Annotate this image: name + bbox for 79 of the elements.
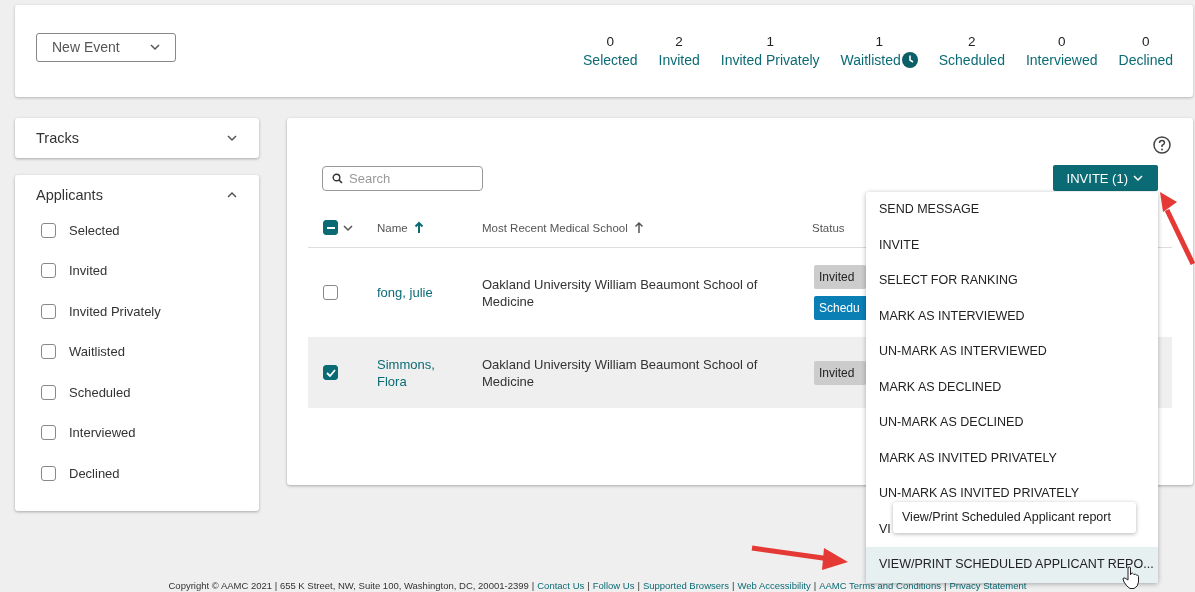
checkbox[interactable] xyxy=(41,222,56,238)
applicant-link[interactable]: Simmons, Flora xyxy=(377,355,447,390)
table-cell-text: Oakland University William Beaumont School of Medicine xyxy=(482,275,759,310)
stat-link[interactable]: Invited xyxy=(658,52,700,68)
checkbox[interactable] xyxy=(323,285,338,300)
sort-arrow-icon[interactable] xyxy=(413,220,424,235)
checkbox[interactable] xyxy=(41,263,56,279)
footer-link[interactable]: AAMC Terms and Conditions xyxy=(819,580,941,591)
menu-item[interactable]: VIEW/PRINT SCHEDULED APPLICANT REPO... xyxy=(866,547,1158,583)
filter-label: Invited xyxy=(69,263,108,279)
stat-link[interactable]: Invited Privately xyxy=(720,52,820,68)
menu-item[interactable]: UN-MARK AS DECLINED xyxy=(866,405,1158,441)
select-all-checkbox[interactable] xyxy=(323,220,338,235)
checkbox[interactable] xyxy=(41,425,56,441)
hand-cursor-icon xyxy=(1122,566,1140,590)
menu-item[interactable]: SEND MESSAGE xyxy=(866,192,1158,228)
filter-label: Scheduled xyxy=(69,384,131,400)
checkbox[interactable] xyxy=(41,465,56,481)
checkbox[interactable] xyxy=(41,384,56,400)
minus-icon xyxy=(325,225,336,230)
filter-label: Declined xyxy=(69,465,120,481)
column-header[interactable]: Most Recent Medical School xyxy=(482,221,628,234)
sort-arrow-icon[interactable] xyxy=(633,220,644,235)
stat-link[interactable]: Scheduled xyxy=(938,52,1005,68)
separator: | xyxy=(731,580,735,591)
stat-count: 1 xyxy=(766,34,774,49)
panel-title[interactable]: Tracks xyxy=(36,130,79,146)
checkbox[interactable] xyxy=(41,344,56,360)
separator: | xyxy=(813,580,817,591)
menu-item[interactable]: MARK AS DECLINED xyxy=(866,369,1158,405)
clock-icon xyxy=(901,52,918,68)
invite-button[interactable]: INVITE (1) xyxy=(1052,165,1158,191)
stat-count: 0 xyxy=(606,34,614,49)
panel-title[interactable]: Applicants xyxy=(36,187,103,203)
stat-link[interactable]: Interviewed xyxy=(1025,52,1098,68)
column-header[interactable]: Name xyxy=(377,221,408,234)
filter-label: Interviewed xyxy=(69,425,136,441)
copyright-text: Copyright © AAMC 2021 | 655 K Street, NW, Suite 100, Washington, DC, 20001-2399 xyxy=(168,580,529,591)
menu-item[interactable]: UN-MARK AS INTERVIEWED xyxy=(866,334,1158,370)
chevron-down-icon xyxy=(149,42,161,52)
search-field[interactable]: Search xyxy=(322,165,483,191)
search-icon xyxy=(332,172,343,184)
stat-count: 0 xyxy=(1057,34,1066,49)
chevron-down-icon[interactable] xyxy=(226,133,238,143)
status-badge: Invited xyxy=(814,360,867,385)
chevron-up-icon[interactable] xyxy=(226,190,238,200)
footer-link[interactable]: Follow Us xyxy=(592,580,635,591)
stat-count: 2 xyxy=(968,34,976,49)
check-icon xyxy=(325,368,336,377)
footer-link[interactable]: Supported Browsers xyxy=(642,580,729,591)
menu-item[interactable]: INVITE xyxy=(866,227,1158,263)
event-select[interactable]: New Event xyxy=(36,32,176,62)
status-badge: Invited xyxy=(814,265,867,289)
footer-link[interactable]: Web Accessibility xyxy=(737,580,811,591)
stat-link[interactable]: Waitlisted xyxy=(840,52,901,68)
checkbox[interactable] xyxy=(41,303,56,319)
menu-item[interactable]: MARK AS INVITED PRIVATELY xyxy=(866,440,1158,476)
separator: | xyxy=(531,580,535,591)
filter-label: Waitlisted xyxy=(69,344,125,360)
chevron-down-icon xyxy=(1132,173,1144,183)
table-cell-text: Oakland University William Beaumont School of Medicine xyxy=(482,355,759,390)
separator: | xyxy=(587,580,590,591)
footer-link[interactable]: Contact Us xyxy=(537,580,585,591)
stat-count: 0 xyxy=(1142,34,1150,49)
footer-link[interactable]: Privacy Statement xyxy=(949,580,1027,591)
filter-label: Selected xyxy=(69,222,120,238)
checkbox[interactable] xyxy=(323,365,338,380)
menu-item[interactable]: SELECT FOR RANKING xyxy=(866,263,1158,299)
help-icon[interactable] xyxy=(1153,136,1171,154)
stat-link[interactable]: Selected xyxy=(583,52,638,68)
separator: | xyxy=(637,580,640,591)
chevron-down-icon[interactable] xyxy=(342,222,354,233)
stat-count: 1 xyxy=(875,34,883,49)
tooltip: View/Print Scheduled Applicant report xyxy=(893,502,1136,533)
applicant-link[interactable]: fong, julie xyxy=(377,284,447,301)
filter-label: Invited Privately xyxy=(69,303,161,319)
stat-count: 2 xyxy=(675,34,683,49)
stat-link[interactable]: Declined xyxy=(1118,52,1173,68)
column-header[interactable]: Status xyxy=(812,221,845,234)
